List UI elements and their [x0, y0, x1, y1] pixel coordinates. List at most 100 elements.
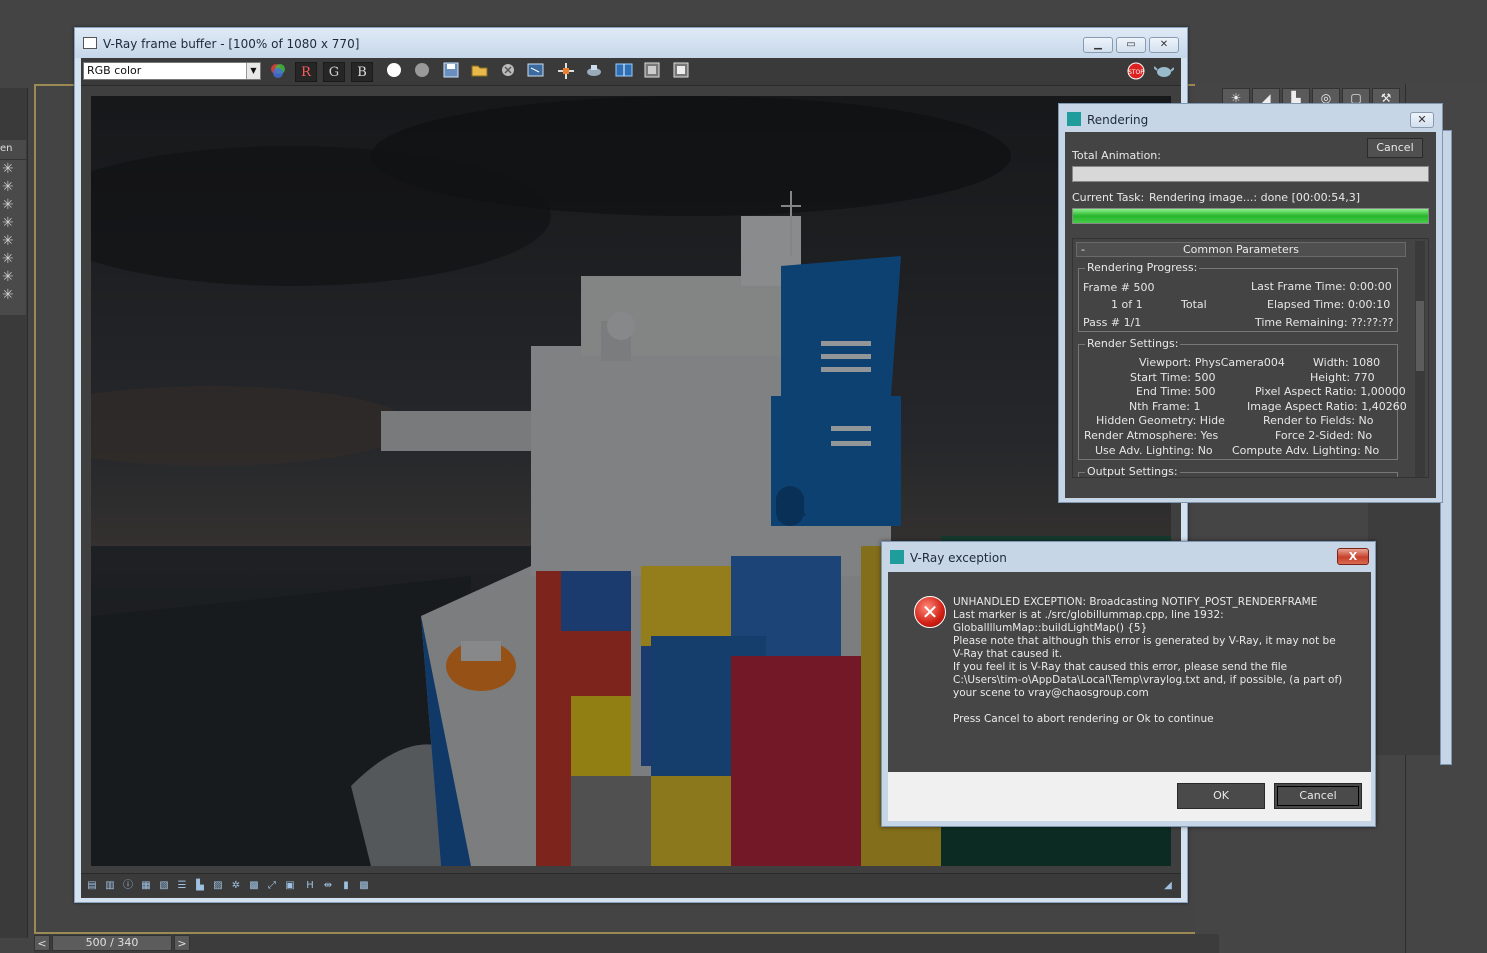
time-prev-button[interactable]: < [34, 935, 50, 951]
close-icon[interactable]: X [1337, 548, 1369, 565]
light-icon[interactable]: ✳ [0, 286, 26, 304]
close-button[interactable]: ✕ [1149, 37, 1179, 53]
height-value: 770 [1353, 371, 1375, 384]
render-teapot-icon[interactable] [1153, 62, 1175, 82]
close-icon[interactable]: ✕ [1410, 112, 1434, 128]
green-channel-button[interactable]: G [323, 62, 345, 82]
rendering-progress-title: Rendering Progress: [1085, 261, 1200, 274]
start-time-label: Start Time: [1130, 371, 1191, 384]
max-app-icon [890, 550, 904, 564]
channel-select-value: RGB color [87, 64, 142, 77]
color-correction-icon[interactable] [670, 62, 692, 82]
light-icon[interactable]: ✳ [0, 250, 26, 268]
duplicate-to-max-icon[interactable] [525, 62, 547, 82]
corrections-icon[interactable]: ▥ [103, 879, 117, 892]
mono-icon[interactable] [411, 62, 433, 82]
lens-effects-icon[interactable] [641, 62, 663, 82]
history-icon[interactable]: ▤ [85, 879, 99, 892]
rendering-progress-window: Rendering ✕ Cancel Total Animation: Curr… [1058, 103, 1443, 503]
exposure-icon[interactable]: ☰ [175, 879, 189, 892]
time-next-button[interactable]: > [174, 935, 190, 951]
cancel-render-button[interactable]: Cancel [1367, 138, 1423, 158]
maximize-button[interactable]: ▭ [1116, 37, 1146, 53]
alpha-white-icon[interactable] [383, 62, 405, 82]
vfb-status-bar: ▤ ▥ ⓘ ▦ ▧ ☰ ▙ ▨ ✲ ▩ ⤢ ▣ H ⇹ ▮ ▩ ◢ [81, 873, 1181, 897]
lut-icon[interactable]: ▩ [247, 879, 261, 892]
render-region-icon[interactable] [583, 62, 605, 82]
hidden-geometry-value: Hide [1199, 414, 1225, 427]
force-2sided-label: Force 2-Sided: [1275, 429, 1354, 442]
rendering-progress-group: Rendering Progress: Frame # 500 1 of 1 T… [1078, 261, 1398, 332]
pixel-aspect-label: Pixel Aspect Ratio: [1255, 385, 1357, 398]
light-icon[interactable]: ✳ [0, 214, 26, 232]
minimize-button[interactable]: ▁ [1083, 37, 1113, 53]
ab-compare-icon[interactable] [613, 62, 635, 82]
vray-exception-dialog: V-Ray exception X ✕ UNHANDLED EXCEPTION:… [881, 541, 1376, 827]
rollout-scrollbar[interactable] [1415, 241, 1425, 477]
width-value: 1080 [1352, 356, 1381, 369]
channel-select[interactable]: RGB color ▼ [83, 62, 261, 80]
frame-field: Frame # 500 [1083, 281, 1155, 294]
common-parameters-rollout: - Common Parameters Rendering Progress: … [1072, 238, 1429, 478]
error-icon: ✕ [914, 596, 946, 628]
vfb-app-icon [83, 37, 97, 49]
rollout-header[interactable]: - Common Parameters [1076, 242, 1406, 257]
blue-channel-button[interactable]: B [351, 62, 373, 82]
start-time-value: 500 [1194, 371, 1216, 384]
ocio-icon[interactable]: ▣ [283, 879, 297, 892]
stop-label: STOP [1128, 69, 1144, 76]
chevron-down-icon: ▼ [246, 63, 260, 79]
resize-grip-icon[interactable]: ◢ [1161, 879, 1175, 892]
nth-frame-value: 1 [1193, 400, 1201, 413]
current-task-label: Current Task: [1072, 191, 1145, 204]
light-icon[interactable]: ✳ [0, 196, 26, 214]
exception-message: UNHANDLED EXCEPTION: Broadcasting NOTIFY… [953, 596, 1343, 725]
vfb-titlebar[interactable]: V-Ray frame buffer - [100% of 1080 x 770… [75, 28, 1187, 58]
track-mouse-icon[interactable] [555, 62, 577, 82]
current-task-progress [1072, 208, 1429, 224]
horizontal-flip-icon[interactable]: H [303, 879, 317, 892]
save-image-icon[interactable] [440, 62, 462, 82]
scrollbar-thumb[interactable] [1416, 301, 1424, 371]
elapsed-time-field: Elapsed Time: 0:00:10 [1267, 298, 1390, 311]
total-label: Total [1181, 298, 1207, 311]
histogram-icon[interactable]: ▙ [193, 879, 207, 892]
curve-icon[interactable]: ▧ [157, 879, 171, 892]
display-srgb-icon[interactable]: ⤢ [265, 879, 279, 892]
total-animation-label: Total Animation: [1072, 149, 1161, 162]
light-icon[interactable]: ✳ [0, 268, 26, 286]
pixel-info-icon[interactable]: ▩ [357, 879, 371, 892]
hidden-geometry-label: Hidden Geometry: [1096, 414, 1197, 427]
render-fields-label: Render to Fields: [1263, 414, 1356, 427]
color-channels-icon[interactable] [267, 62, 289, 82]
light-icon[interactable]: ✳ [0, 160, 26, 178]
frame-label: Frame # [1083, 281, 1130, 294]
stamp-icon[interactable]: ▮ [339, 879, 353, 892]
time-slider-thumb[interactable]: 500 / 340 [52, 935, 172, 951]
time-slider[interactable]: < 500 / 340 > [34, 934, 1219, 953]
max-app-icon [1067, 112, 1081, 126]
rollout-collapse[interactable]: - [1081, 243, 1085, 256]
levels-icon[interactable]: ▦ [139, 879, 153, 892]
width-label: Width: [1313, 356, 1349, 369]
vfb-toolbar: RGB color ▼ R G B STOP [81, 58, 1181, 86]
stop-render-icon[interactable]: STOP [1125, 62, 1147, 82]
compute-adv-label: Compute Adv. Lighting: [1232, 444, 1361, 457]
white-balance-icon[interactable]: ▨ [211, 879, 225, 892]
h-compare-icon[interactable]: ⇹ [321, 879, 335, 892]
cancel-button[interactable]: Cancel [1274, 783, 1362, 809]
red-channel-button[interactable]: R [295, 62, 317, 82]
light-icon[interactable]: ✳ [0, 178, 26, 196]
scene-explorer-header: en [0, 140, 26, 160]
render-settings-title: Render Settings: [1085, 337, 1181, 350]
info-icon[interactable]: ⓘ [121, 879, 135, 892]
vfb-title: V-Ray frame buffer - [100% of 1080 x 770… [103, 37, 360, 51]
clear-image-icon[interactable] [497, 62, 519, 82]
load-image-icon[interactable] [469, 62, 491, 82]
light-icon[interactable]: ✳ [0, 232, 26, 250]
hsl-icon[interactable]: ✲ [229, 879, 243, 892]
last-frame-time-field: Last Frame Time: 0:00:00 [1251, 280, 1392, 293]
pass-label: Pass # [1083, 316, 1121, 329]
ok-button[interactable]: OK [1177, 783, 1265, 809]
image-aspect-value: 1,40260 [1361, 400, 1407, 413]
